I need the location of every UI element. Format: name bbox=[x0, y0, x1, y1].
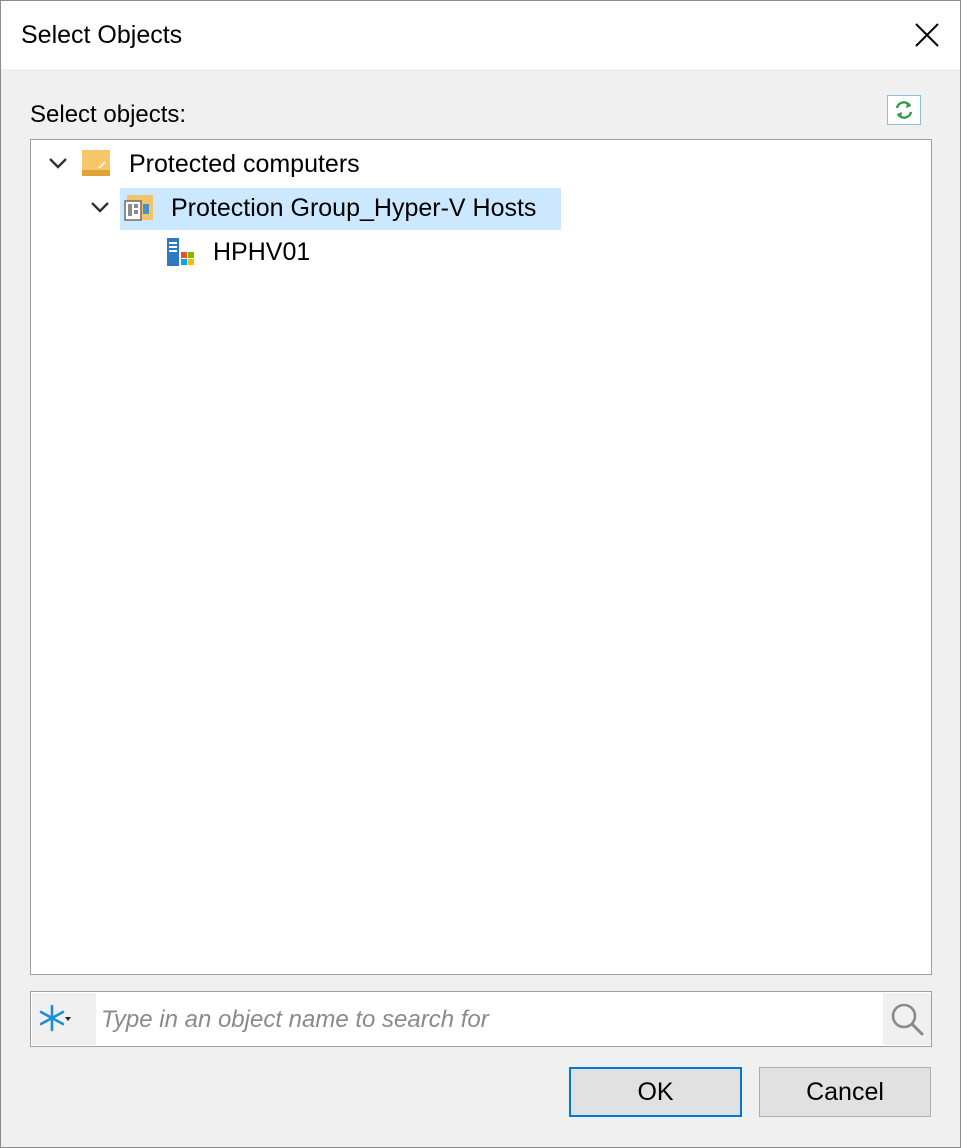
close-icon bbox=[915, 23, 939, 47]
cancel-button[interactable]: Cancel bbox=[759, 1067, 931, 1117]
ok-button[interactable]: OK bbox=[569, 1067, 742, 1117]
tree-item-label[interactable]: Protection Group_Hyper-V Hosts bbox=[171, 194, 536, 223]
protection-group-icon bbox=[124, 195, 153, 221]
tree-item-label[interactable]: HPHV01 bbox=[213, 238, 310, 267]
window-title: Select Objects bbox=[21, 21, 183, 49]
search-icon bbox=[891, 1003, 924, 1036]
select-objects-dialog: Select Objects Select objects: Protected… bbox=[0, 0, 961, 1148]
folder-icon bbox=[82, 150, 110, 176]
search-filter-button[interactable] bbox=[32, 993, 96, 1045]
refresh-icon bbox=[895, 101, 913, 119]
asterisk-icon bbox=[39, 1004, 71, 1032]
refresh-button[interactable] bbox=[887, 95, 921, 125]
tree-item-label[interactable]: Protected computers bbox=[129, 150, 360, 179]
object-tree[interactable]: Protected computers Protection Group_Hyp… bbox=[30, 139, 932, 975]
windows-server-icon bbox=[167, 238, 194, 266]
search-button[interactable] bbox=[883, 993, 931, 1045]
close-button[interactable] bbox=[898, 7, 956, 63]
select-objects-label: Select objects: bbox=[30, 101, 187, 128]
chevron-down-icon[interactable] bbox=[47, 152, 69, 174]
search-input[interactable] bbox=[99, 998, 873, 1042]
chevron-down-icon[interactable] bbox=[89, 196, 111, 218]
search-box bbox=[30, 991, 932, 1047]
title-bar: Select Objects bbox=[1, 1, 960, 69]
